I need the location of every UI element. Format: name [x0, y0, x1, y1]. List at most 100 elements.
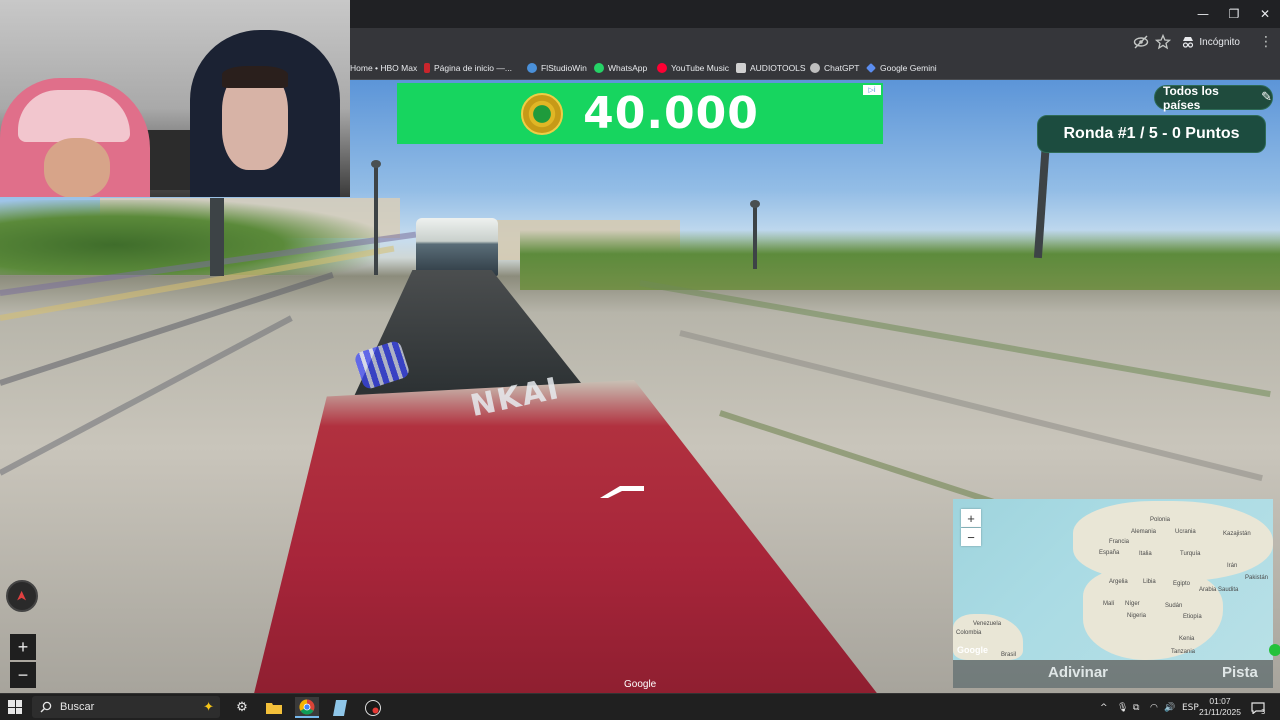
- bookmark-audiotools[interactable]: AUDIOTOOLS: [736, 61, 806, 75]
- wifi-icon[interactable]: ◠: [1150, 694, 1158, 720]
- guess-button[interactable]: Adivinar: [1048, 664, 1108, 684]
- bookmark-label: Página de inicio —...: [434, 63, 512, 73]
- map-label: Libia: [1143, 579, 1156, 585]
- notification-count: 3: [1261, 707, 1266, 716]
- notifications-icon[interactable]: 3: [1251, 694, 1265, 720]
- windows-logo-tile: [15, 707, 22, 714]
- bookmark-favicon-icon: [527, 63, 537, 73]
- map-label: Malí: [1103, 601, 1115, 607]
- bookmark-pagina-de-inicio[interactable]: Página de inicio —...: [424, 61, 512, 75]
- person-right-hair: [222, 66, 288, 88]
- street-lamp-head: [371, 160, 381, 168]
- ad-choices-icon[interactable]: ▷ⅰ: [863, 85, 881, 95]
- screen: NKAI 40.000 ▷ⅰ Todos los países ✎ Ronda …: [0, 0, 1280, 720]
- windows-logo-tile: [8, 707, 15, 714]
- notepad-icon[interactable]: [328, 697, 352, 718]
- map-label: Colombia: [956, 630, 982, 636]
- network-device-icon[interactable]: ⧉: [1133, 694, 1139, 720]
- taskbar: Buscar ✦ ⚙ ^ 🎙 ⧉ ◠ 🔊 ESP 01:07 21/11/202…: [0, 693, 1280, 720]
- map-label: Sudán: [1165, 603, 1183, 609]
- bookmark-flstudiowin[interactable]: FlStudioWin: [527, 61, 587, 75]
- gemini-icon: [866, 63, 876, 73]
- taskbar-search[interactable]: Buscar ✦: [32, 696, 220, 718]
- map-label: Etiopía: [1183, 614, 1202, 620]
- bookmark-favicon-icon: [424, 63, 430, 73]
- incognito-icon: [1183, 37, 1194, 48]
- map-label: Nigeria: [1127, 613, 1147, 619]
- minimap-zoom-out-button[interactable]: −: [961, 528, 981, 546]
- compass-button[interactable]: ➤: [6, 580, 38, 612]
- clock-date: 21/11/2025: [1199, 707, 1241, 717]
- map-label: Polonia: [1150, 517, 1171, 523]
- map-label: Argelia: [1109, 579, 1128, 585]
- chrome-icon[interactable]: [295, 697, 319, 718]
- map-label: Italia: [1139, 551, 1152, 557]
- street-lamp: [374, 165, 378, 275]
- motion-streak: [639, 280, 1271, 398]
- motion-streak: [679, 330, 1263, 482]
- map-label: Alemania: [1131, 529, 1157, 535]
- incognito-label: Incógnito: [1199, 36, 1240, 48]
- map-label: Turquía: [1180, 551, 1201, 557]
- trees-right: [520, 230, 1280, 290]
- menu-icon[interactable]: ⋮: [1258, 34, 1274, 50]
- bookmark-google-gemini[interactable]: Google Gemini: [866, 61, 937, 75]
- clock[interactable]: 01:07 21/11/2025: [1198, 696, 1242, 718]
- map-label: Ucrania: [1175, 529, 1196, 535]
- tracking-protection-icon[interactable]: [1133, 34, 1149, 50]
- minimize-button[interactable]: —: [1186, 0, 1220, 28]
- pillar: [210, 198, 224, 276]
- file-explorer-icon[interactable]: [262, 697, 286, 718]
- hint-button[interactable]: Pista: [1222, 664, 1258, 684]
- bookmark-youtube-music[interactable]: YouTube Music: [657, 61, 729, 75]
- robux-coin-icon: [521, 92, 564, 135]
- map-label: Francia: [1109, 539, 1130, 545]
- navigation-arrow-icon[interactable]: [598, 484, 646, 500]
- obs-studio-icon[interactable]: [361, 697, 385, 718]
- microphone-icon[interactable]: 🎙: [1117, 694, 1128, 720]
- country-filter-label: Todos los países: [1163, 83, 1219, 112]
- status-dot: [1269, 644, 1280, 656]
- minimap-google-logo: Google: [957, 645, 988, 655]
- google-watermark: Google: [624, 679, 657, 690]
- incognito-badge[interactable]: Incógnito: [1182, 32, 1240, 52]
- settings-gear-icon[interactable]: ⚙: [230, 697, 254, 718]
- keyboard-language[interactable]: ESP: [1182, 694, 1199, 720]
- whatsapp-icon: [594, 63, 604, 73]
- round-status: Ronda #1 / 5 - 0 Puntos: [1037, 115, 1266, 153]
- youtube-music-icon: [657, 63, 667, 73]
- zoom-out-button[interactable]: −: [10, 662, 36, 688]
- bookmark-label: AUDIOTOOLS: [750, 63, 806, 73]
- search-icon: [40, 701, 52, 713]
- ad-banner[interactable]: 40.000 ▷ⅰ: [397, 83, 883, 144]
- copilot-sparkle-icon: ✦: [203, 699, 214, 715]
- bookmark-chatgpt[interactable]: ChatGPT: [810, 61, 859, 75]
- search-label: Buscar: [60, 701, 95, 713]
- street-lamp-head: [750, 200, 760, 208]
- bookmark-label: Google Gemini: [880, 63, 937, 73]
- start-button[interactable]: [8, 700, 22, 714]
- chatgpt-icon: [810, 63, 820, 73]
- bookmark-star-icon[interactable]: [1155, 34, 1171, 50]
- compass-icon: ➤: [13, 590, 30, 602]
- country-filter-button[interactable]: Todos los países ✎: [1154, 83, 1273, 112]
- restore-button[interactable]: ❐: [1217, 0, 1251, 28]
- guess-minimap[interactable]: Polonia Kazajistán Alemania Ucrania Fran…: [953, 499, 1273, 660]
- close-button[interactable]: ✕: [1248, 0, 1280, 28]
- bookmark-whatsapp[interactable]: WhatsApp: [594, 61, 647, 75]
- minimap-zoom-in-button[interactable]: +: [961, 509, 981, 527]
- street-lamp: [753, 204, 757, 269]
- audiotools-icon: [736, 63, 746, 73]
- tray-chevron-icon[interactable]: ^: [1100, 694, 1108, 720]
- clock-time: 01:07: [1209, 696, 1231, 706]
- bookmark-hbo-max[interactable]: Home • HBO Max: [350, 61, 417, 75]
- windows-logo-tile: [8, 700, 15, 707]
- person-left-face: [44, 138, 110, 197]
- map-label: Irán: [1227, 563, 1238, 569]
- map-label: España: [1099, 550, 1120, 556]
- bookmark-label: WhatsApp: [608, 63, 648, 73]
- map-label: Egipto: [1173, 581, 1191, 587]
- zoom-in-button[interactable]: +: [10, 634, 36, 660]
- car-hood: [250, 380, 890, 693]
- volume-icon[interactable]: 🔊: [1164, 694, 1175, 720]
